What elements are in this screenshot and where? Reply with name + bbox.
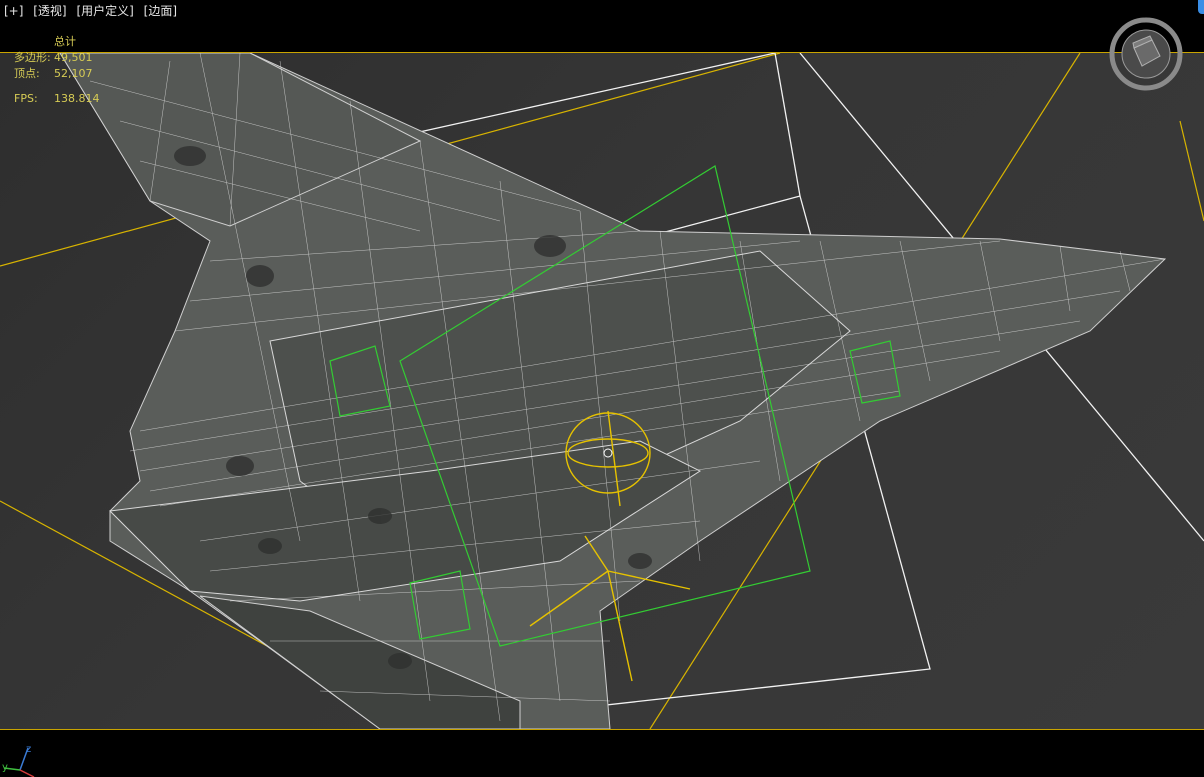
statistics-overlay: 总计 多边形: 49,501 顶点: 52,107 FPS: 138.814 <box>14 34 100 107</box>
axis-tripod-icon: z y <box>0 740 40 777</box>
viewport[interactable]: [+] [透视] [用户定义] [边面] 总计 多边形: 49,501 顶点: … <box>0 0 1204 777</box>
view-cube-icon[interactable] <box>1106 14 1186 94</box>
viewport-custom-menu[interactable]: [用户定义] <box>76 4 133 18</box>
stats-header: 总计 <box>54 35 76 48</box>
vertices-label: 顶点: <box>14 67 40 80</box>
viewport-label-menu[interactable]: [+] [透视] [用户定义] [边面] <box>4 2 183 19</box>
aircraft-wireframe-model[interactable] <box>0 53 1204 729</box>
fps-label: FPS: <box>14 92 38 105</box>
axis-z-label: z <box>26 744 31 755</box>
viewport-plus-menu[interactable]: [+] <box>4 4 23 18</box>
fps-value: 138.814 <box>54 92 100 105</box>
polygons-label: 多边形: <box>14 51 51 64</box>
viewport-shading-menu[interactable]: [边面] <box>144 4 177 18</box>
polygons-value: 49,501 <box>54 51 93 64</box>
viewport-view-menu[interactable]: [透视] <box>33 4 66 18</box>
vertices-value: 52,107 <box>54 67 93 80</box>
side-panel-tab[interactable] <box>1198 0 1204 14</box>
scene-canvas[interactable] <box>0 52 1204 730</box>
aircraft-body <box>59 53 1167 729</box>
axis-y-label: y <box>2 762 8 773</box>
